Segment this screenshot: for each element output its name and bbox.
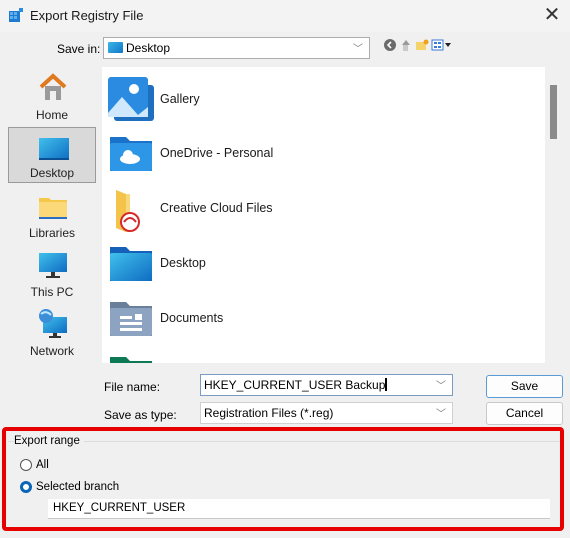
place-this-pc[interactable]: This PC <box>8 245 96 301</box>
desktop-icon <box>108 42 123 53</box>
close-button[interactable]: ✕ <box>540 4 564 28</box>
libraries-icon <box>39 198 67 219</box>
text-caret <box>385 378 388 391</box>
place-label: Desktop <box>29 166 75 180</box>
chevron-down-icon[interactable]: ﹀ <box>436 377 446 392</box>
place-home[interactable]: Home <box>8 68 96 124</box>
file-name-value: HKEY_CURRENT_USER Backup <box>204 378 386 392</box>
list-item[interactable]: Gallery <box>108 75 508 125</box>
desktop-folder-icon <box>110 247 152 281</box>
place-libraries[interactable]: Libraries <box>8 186 96 242</box>
title-bar: Export Registry File ✕ <box>0 0 570 32</box>
file-name: Desktop <box>160 256 206 270</box>
save-button[interactable]: Save <box>486 375 563 398</box>
vertical-scrollbar[interactable] <box>546 67 560 363</box>
places-bar: Home Desktop Libraries This PC Network <box>4 66 96 366</box>
file-name-input[interactable]: HKEY_CURRENT_USER Backup ﹀ <box>200 374 453 396</box>
save-as-type-value: Registration Files (*.reg) <box>204 406 334 420</box>
highlight-annotation <box>2 427 564 531</box>
view-menu-icon[interactable] <box>431 38 453 52</box>
file-name: Documents <box>160 311 224 325</box>
file-name: OneDrive - Personal <box>160 146 274 160</box>
place-desktop[interactable]: Desktop <box>8 127 96 183</box>
gallery-icon <box>108 77 154 121</box>
folder-icon <box>110 357 152 363</box>
list-item[interactable]: Documents <box>108 294 508 344</box>
place-label: Libraries <box>28 226 76 240</box>
save-as-type-dropdown[interactable]: Registration Files (*.reg) ﹀ <box>200 402 453 424</box>
list-item[interactable] <box>108 349 508 363</box>
save-in-dropdown[interactable]: Desktop ﹀ <box>103 37 370 59</box>
registry-app-icon <box>9 8 23 22</box>
file-name: Creative Cloud Files <box>160 201 273 215</box>
documents-folder-icon <box>110 302 152 336</box>
list-item[interactable]: Desktop <box>108 239 508 289</box>
creative-cloud-folder-icon <box>116 190 140 232</box>
save-as-type-label: Save as type: <box>104 408 177 422</box>
place-label: This PC <box>30 285 74 299</box>
place-label: Home <box>35 108 68 122</box>
file-name: Gallery <box>160 92 200 106</box>
close-icon: ✕ <box>543 4 561 26</box>
desktop-icon <box>39 138 69 160</box>
save-in-label: Save in: <box>57 42 101 56</box>
home-icon <box>39 73 67 100</box>
save-in-value: Desktop <box>126 41 171 55</box>
computer-icon <box>39 253 67 278</box>
file-name-label: File name: <box>104 380 161 394</box>
window-title: Export Registry File <box>30 8 144 23</box>
scrollbar-thumb[interactable] <box>550 85 557 139</box>
up-folder-icon[interactable] <box>399 38 413 52</box>
list-item[interactable]: OneDrive - Personal <box>108 129 508 179</box>
new-folder-icon[interactable] <box>415 38 429 52</box>
file-list[interactable]: Gallery OneDrive - Personal Creative Clo… <box>102 67 545 363</box>
list-item[interactable]: Creative Cloud Files <box>108 184 508 234</box>
network-icon <box>39 309 67 338</box>
chevron-down-icon: ﹀ <box>436 409 446 420</box>
place-network[interactable]: Network <box>8 304 96 360</box>
place-label: Network <box>29 344 74 358</box>
onedrive-folder-icon <box>110 137 152 171</box>
back-icon[interactable] <box>383 38 397 52</box>
chevron-down-icon: ﹀ <box>353 44 363 55</box>
cancel-button[interactable]: Cancel <box>486 402 563 425</box>
